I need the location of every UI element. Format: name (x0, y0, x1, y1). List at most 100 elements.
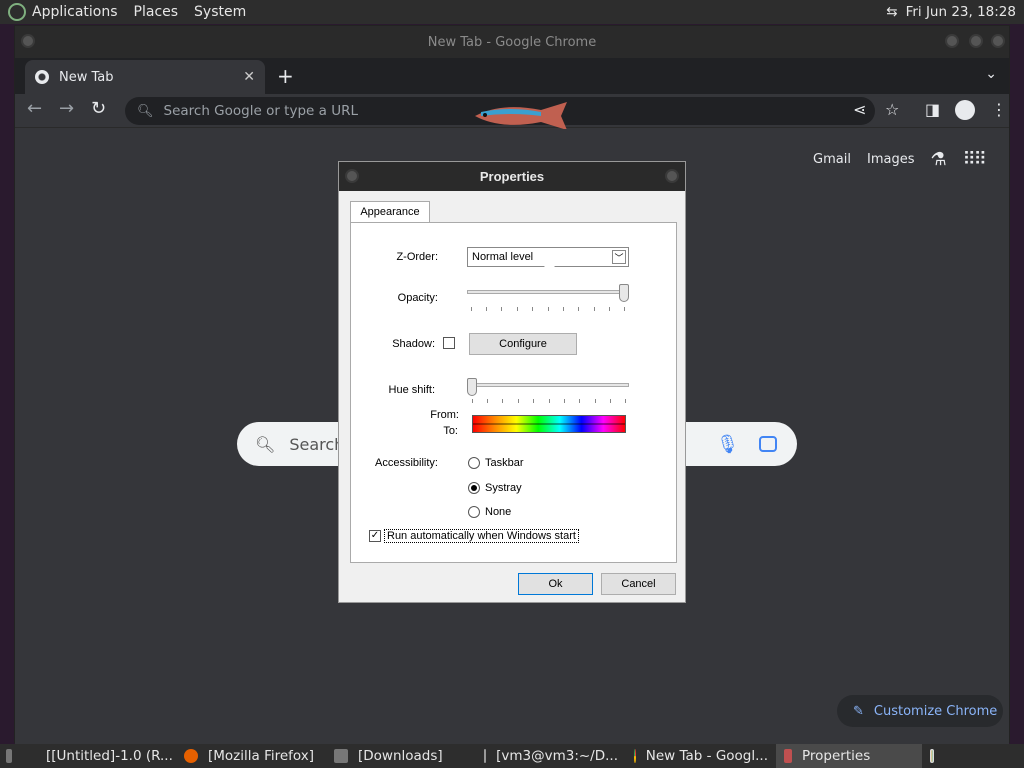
taskbar-item-terminal[interactable]: [vm3@vm3:~/D... (476, 744, 626, 768)
autorun-label[interactable]: Run automatically when Windows start (384, 529, 579, 543)
dialog-title: Properties (479, 169, 545, 184)
search-icon: 🔍︎ (137, 103, 154, 119)
configure-button[interactable]: Configure (469, 333, 577, 355)
workspace-icon (930, 749, 934, 763)
accessibility-label: Accessibility: (375, 457, 438, 469)
customize-chrome-button[interactable]: ✎ Customize Chrome (837, 695, 1003, 727)
tab-strip: New Tab ✕ + ⌄ (15, 58, 1009, 94)
radio-taskbar[interactable] (468, 457, 480, 469)
opacity-label: Opacity: (397, 292, 438, 304)
cancel-button[interactable]: Cancel (601, 573, 676, 595)
dialog-titlebar[interactable]: Properties (339, 162, 685, 191)
taskbar-item-firefox[interactable]: [Mozilla Firefox] (176, 744, 326, 768)
show-desktop-button[interactable] (0, 744, 28, 768)
folder-icon (334, 749, 348, 763)
taskbar-item-label: [vm3@vm3:~/D... (496, 748, 618, 764)
shadow-label: Shadow: (392, 338, 435, 350)
hue-shift-label: Hue shift: (388, 384, 435, 396)
taskbar-item-label: [[Untitled]-1.0 (R... (46, 748, 173, 764)
taskbar-item-label: [Mozilla Firefox] (208, 748, 315, 764)
workspace-switcher[interactable] (922, 744, 952, 768)
window-title: New Tab - Google Chrome (427, 34, 597, 50)
forward-icon[interactable]: → (59, 98, 74, 119)
shadow-checkbox[interactable] (443, 337, 455, 349)
window-titlebar[interactable]: New Tab - Google Chrome (15, 26, 1009, 58)
dialog-menu-icon[interactable] (345, 169, 359, 183)
hue-shift-slider-thumb[interactable] (467, 378, 477, 396)
bottom-taskbar: [[Untitled]-1.0 (R... [Mozilla Firefox] … (0, 744, 1024, 768)
close-tab-icon[interactable]: ✕ (243, 69, 255, 85)
new-tab-button[interactable]: + (277, 64, 294, 88)
opacity-slider[interactable] (467, 290, 629, 294)
firefox-icon (184, 749, 198, 763)
kebab-menu-icon[interactable]: ⋮ (991, 100, 1007, 119)
none-option-label[interactable]: None (485, 506, 511, 518)
pencil-icon: ✎ (853, 703, 864, 719)
top-panel: Applications Places System ⇆ Fri Jun 23,… (0, 0, 1024, 24)
apps-grid-icon[interactable]: ⠿⠿ (963, 149, 987, 170)
panel-status-area: ⇆ Fri Jun 23, 18:28 (886, 0, 1016, 24)
minimize-icon[interactable] (945, 34, 959, 48)
to-label: To: (443, 425, 458, 437)
chrome-icon (35, 70, 49, 84)
taskbar-item-label: [Downloads] (358, 748, 443, 764)
back-icon[interactable]: ← (27, 98, 42, 119)
customize-label: Customize Chrome (873, 703, 998, 719)
hue-spectrum (472, 415, 626, 433)
taskbar-item-label: Properties (802, 748, 871, 764)
gmail-link[interactable]: Gmail (813, 152, 851, 167)
appearance-panel: Z-Order: Normal level ﹀ Opacity: Shadow:… (350, 222, 677, 563)
distro-logo-icon[interactable] (8, 3, 26, 21)
maximize-icon[interactable] (969, 34, 983, 48)
images-link[interactable]: Images (867, 152, 915, 167)
zorder-value: Normal level (472, 251, 534, 263)
taskbar-item-untitled[interactable]: [[Untitled]-1.0 (R... (28, 744, 176, 768)
from-label: From: (430, 409, 459, 421)
menu-applications[interactable]: Applications (32, 4, 118, 20)
dialog-close-icon[interactable] (665, 169, 679, 183)
ntp-links: Gmail Images ⚗ ⠿⠿ (813, 149, 987, 170)
clock[interactable]: Fri Jun 23, 18:28 (906, 4, 1016, 20)
close-window-icon[interactable] (991, 34, 1005, 48)
tab-search-chevron-icon[interactable]: ⌄ (985, 66, 997, 82)
window-menu-icon[interactable] (21, 34, 35, 48)
taskbar-item-downloads[interactable]: [Downloads] (326, 744, 476, 768)
lens-camera-icon[interactable] (759, 436, 777, 452)
ntp-search-placeholder: Search (289, 434, 345, 454)
systray-option-label[interactable]: Systray (485, 482, 522, 494)
zorder-label: Z-Order: (396, 251, 438, 263)
taskbar-option-label[interactable]: Taskbar (485, 457, 524, 469)
opacity-ticks (471, 307, 625, 311)
omnibox-placeholder: Search Google or type a URL (163, 103, 358, 119)
autorun-checkbox[interactable]: ✓ (369, 530, 381, 542)
desktop-icon (6, 749, 12, 763)
hue-ticks (472, 399, 626, 403)
microphone-icon[interactable]: 🎙︎ (716, 434, 739, 455)
menu-system[interactable]: System (194, 4, 246, 20)
menu-places[interactable]: Places (134, 4, 179, 20)
chrome-icon (634, 749, 636, 763)
radio-none[interactable] (468, 506, 480, 518)
tab-title: New Tab (59, 69, 114, 85)
properties-app-icon (784, 749, 792, 763)
chevron-down-icon[interactable]: ﹀ (612, 250, 626, 264)
ok-button[interactable]: Ok (518, 573, 593, 595)
reload-icon[interactable]: ↻ (91, 98, 106, 119)
profile-avatar[interactable] (955, 100, 975, 120)
tab-appearance[interactable]: Appearance (350, 201, 430, 222)
terminal-icon (484, 749, 487, 763)
hue-shift-slider[interactable] (469, 383, 629, 387)
taskbar-item-chrome[interactable]: New Tab - Googl... (626, 744, 776, 768)
share-icon[interactable]: ⋖ (853, 100, 866, 119)
radio-systray[interactable] (468, 482, 480, 494)
properties-dialog: Properties Appearance Z-Order: Normal le… (338, 161, 686, 603)
labs-flask-icon[interactable]: ⚗ (930, 149, 946, 170)
search-icon: 🔍︎ (255, 434, 276, 454)
side-panel-icon[interactable]: ◨ (925, 100, 940, 119)
bookmark-star-icon[interactable]: ☆ (885, 100, 899, 119)
opacity-slider-thumb[interactable] (619, 284, 629, 302)
tab-new-tab[interactable]: New Tab ✕ (25, 60, 265, 94)
taskbar-item-properties[interactable]: Properties (776, 744, 922, 768)
taskbar-item-label: New Tab - Googl... (645, 748, 768, 764)
network-icon[interactable]: ⇆ (886, 4, 897, 20)
